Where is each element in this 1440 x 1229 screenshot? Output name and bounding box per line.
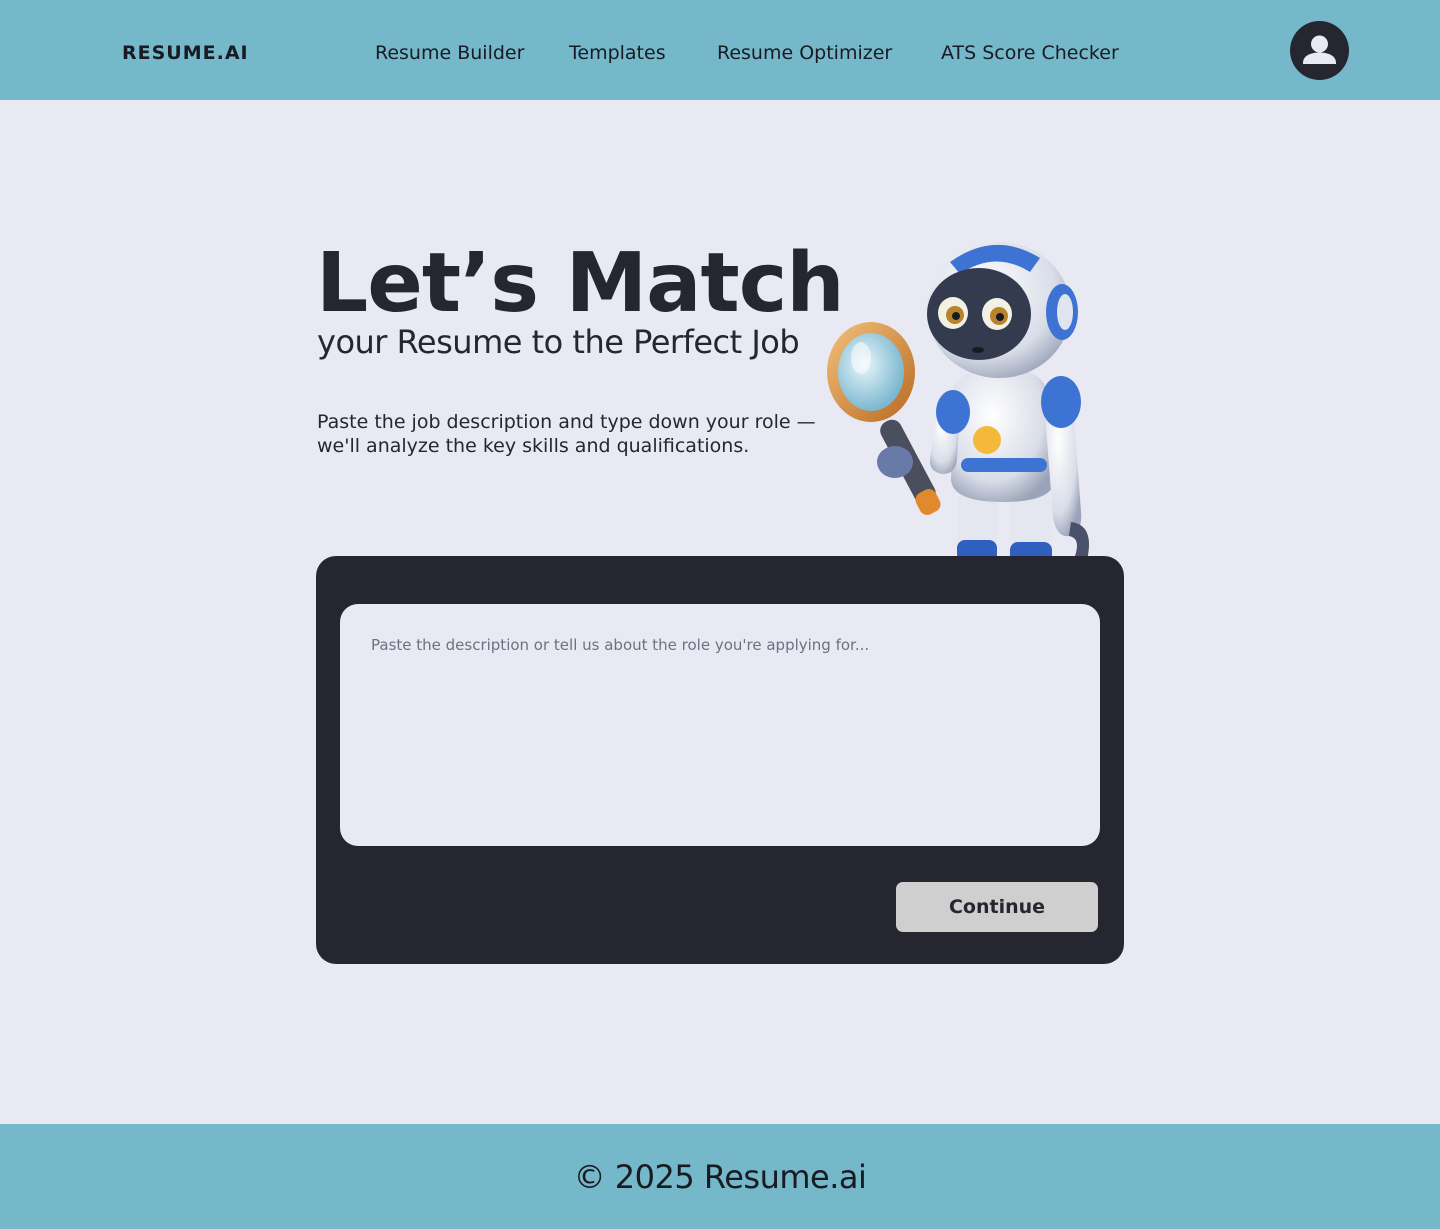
nav-link-resume-optimizer[interactable]: Resume Optimizer [717,42,892,64]
nav-link-ats-score-checker[interactable]: ATS Score Checker [941,42,1119,64]
continue-button[interactable]: Continue [896,882,1098,932]
hero-title: Let’s Match [316,236,845,331]
user-icon [1303,35,1336,64]
nav-link-templates[interactable]: Templates [569,42,666,64]
hero-subtitle: your Resume to the Perfect Job [317,323,800,361]
user-avatar-button[interactable] [1290,21,1349,80]
footer: © 2025 Resume.ai [0,1124,1440,1229]
robot-with-magnifying-glass-icon [825,240,1125,570]
hero-description: Paste the job description and type down … [317,411,816,457]
brand-logo[interactable]: RESUME.AI [122,42,249,64]
nav-link-resume-builder[interactable]: Resume Builder [375,42,524,64]
footer-copyright: © 2025 Resume.ai [573,1158,867,1196]
top-navigation-bar: RESUME.AI Resume Builder Templates Resum… [0,0,1440,100]
job-description-panel: Continue [316,556,1124,964]
job-description-textarea[interactable] [340,604,1100,846]
